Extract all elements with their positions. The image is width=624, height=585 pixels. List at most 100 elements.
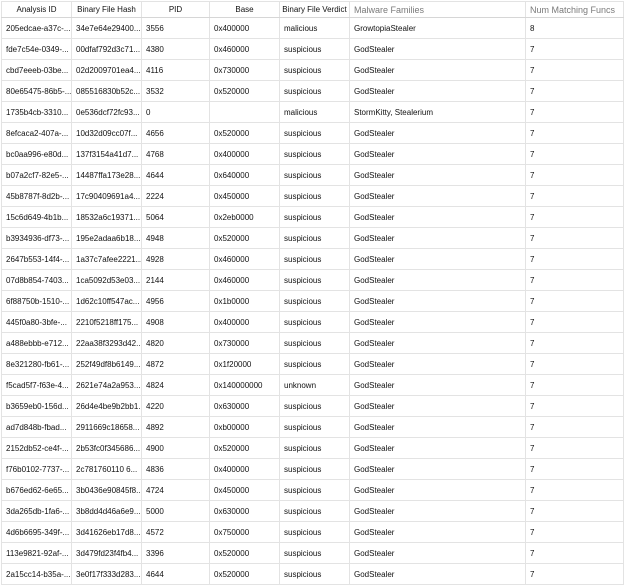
pid-cell: 4768: [141, 143, 210, 165]
table-row[interactable]: 45b8787f-8d2b-... 17c90409691a4... 2224 0x4…: [1, 185, 624, 207]
analysis-id-cell: 6f88750b-1510-...: [1, 290, 72, 312]
table-row[interactable]: f5cad5f7-f63e-4... 2621e74a2a953... 4824 0x…: [1, 374, 624, 396]
analysis-id-cell: 07d8b854-7403...: [1, 269, 72, 291]
table-row[interactable]: b676ed62-6e65... 3b0436e90845f8... 4724 0x4…: [1, 479, 624, 501]
binary-file-hash-cell: 2c781760110 6...: [71, 458, 142, 480]
malware-families-cell: GodStealer: [349, 164, 526, 186]
analysis-id-cell: b07a2cf7-82e5-...: [1, 164, 72, 186]
table-row[interactable]: a488ebbb-e712... 22aa38f3293d42... 4820 0x7…: [1, 332, 624, 354]
analysis-id-cell: 113e9821-92af-...: [1, 542, 72, 564]
binary-file-verdict-cell: suspicious: [279, 227, 350, 249]
analysis-id-cell: 205edcae-a37c-...: [1, 17, 72, 39]
num-matching-funcs-cell: 7: [525, 521, 624, 543]
binary-file-hash-cell: 22aa38f3293d42...: [71, 332, 142, 354]
pid-cell: 4824: [141, 374, 210, 396]
pid-cell: 2144: [141, 269, 210, 291]
table-row[interactable]: 15c6d649-4b1b... 18532a6c19371... 5064 0x2e…: [1, 206, 624, 228]
binary-file-hash-cell: 18532a6c19371...: [71, 206, 142, 228]
column-header-num-matching-funcs[interactable]: Num Matching Funcs: [525, 1, 624, 18]
analysis-id-cell: 4d6b6695-349f-...: [1, 521, 72, 543]
table-row[interactable]: bc0aa996-e80d... 137f3154a41d7... 4768 0x40…: [1, 143, 624, 165]
table-row[interactable]: b07a2cf7-82e5-... 14487ffa173e28... 4644 0x…: [1, 164, 624, 186]
malware-families-cell: GodStealer: [349, 311, 526, 333]
malware-families-cell: GrowtopiaStealer: [349, 17, 526, 39]
column-header-binary-file-verdict[interactable]: Binary File Verdict: [279, 1, 350, 18]
pid-cell: 3396: [141, 542, 210, 564]
base-cell: 0x1f20000: [209, 353, 280, 375]
analysis-id-cell: 2a15cc14-b35a-...: [1, 563, 72, 585]
column-header-analysis-id[interactable]: Analysis ID: [1, 1, 72, 18]
pid-cell: 4116: [141, 59, 210, 81]
num-matching-funcs-cell: 7: [525, 269, 624, 291]
pid-cell: 4872: [141, 353, 210, 375]
binary-file-verdict-cell: suspicious: [279, 38, 350, 60]
analysis-id-cell: 3da265db-1fa6-...: [1, 500, 72, 522]
base-cell: 0x460000: [209, 269, 280, 291]
binary-file-verdict-cell: suspicious: [279, 479, 350, 501]
num-matching-funcs-cell: 7: [525, 353, 624, 375]
pid-cell: 4724: [141, 479, 210, 501]
binary-file-verdict-cell: malicious: [279, 17, 350, 39]
binary-file-hash-cell: 0e536dcf72fc93...: [71, 101, 142, 123]
binary-file-hash-cell: 2b53fc0f345686...: [71, 437, 142, 459]
table-row[interactable]: fde7c54e-0349-... 00dfaf792d3c71... 4380 0x…: [1, 38, 624, 60]
column-header-binary-file-hash[interactable]: Binary File Hash: [71, 1, 142, 18]
binary-file-verdict-cell: suspicious: [279, 542, 350, 564]
table-row[interactable]: 6f88750b-1510-... 1d62c10ff547ac... 4956 0x…: [1, 290, 624, 312]
malware-families-cell: GodStealer: [349, 248, 526, 270]
pid-cell: 4956: [141, 290, 210, 312]
num-matching-funcs-cell: 7: [525, 122, 624, 144]
column-header-malware-families[interactable]: Malware Families: [349, 1, 526, 18]
table-row[interactable]: ad7d848b-fbad... 2911669c18658... 4892 0xb0…: [1, 416, 624, 438]
num-matching-funcs-cell: 7: [525, 185, 624, 207]
table-row[interactable]: 1735b4cb-3310... 0e536dcf72fc93... 0 malici…: [1, 101, 624, 123]
column-header-base[interactable]: Base: [209, 1, 280, 18]
malware-families-cell: GodStealer: [349, 38, 526, 60]
pid-cell: 4836: [141, 458, 210, 480]
table-row[interactable]: 8efcaca2-407a-... 10d32d09cc07f... 4656 0x5…: [1, 122, 624, 144]
table-row[interactable]: 2a15cc14-b35a-... 3e0f17f333d283... 4644 0x…: [1, 563, 624, 585]
column-header-pid[interactable]: PID: [141, 1, 210, 18]
table-row[interactable]: 3da265db-1fa6-... 3b8dd4d46a6e9... 5000 0x6…: [1, 500, 624, 522]
table-row[interactable]: 2152db52-ce4f-... 2b53fc0f345686... 4900 0x…: [1, 437, 624, 459]
analysis-id-cell: cbd7eeeb-03be...: [1, 59, 72, 81]
table-row[interactable]: 8e321280-fb61-... 252f49df8b6149... 4872 0x…: [1, 353, 624, 375]
binary-file-verdict-cell: suspicious: [279, 311, 350, 333]
binary-file-hash-cell: 3d41626eb17d8...: [71, 521, 142, 543]
binary-file-verdict-cell: suspicious: [279, 248, 350, 270]
table-row[interactable]: 07d8b854-7403... 1ca5092d53e03... 2144 0x46…: [1, 269, 624, 291]
analysis-id-cell: 45b8787f-8d2b-...: [1, 185, 72, 207]
table-row[interactable]: 205edcae-a37c-... 34e7e64e29400... 3556 0x4…: [1, 17, 624, 39]
malware-families-cell: GodStealer: [349, 521, 526, 543]
header-row: Analysis ID Binary File Hash PID Base Bi…: [1, 1, 624, 18]
pid-cell: 4644: [141, 164, 210, 186]
analysis-id-cell: bc0aa996-e80d...: [1, 143, 72, 165]
table-row[interactable]: 2647b553-14f4-... 1a37c7afee2221... 4928 0x…: [1, 248, 624, 270]
num-matching-funcs-cell: 7: [525, 395, 624, 417]
table-row[interactable]: cbd7eeeb-03be... 02d2009701ea4... 4116 0x73…: [1, 59, 624, 81]
malware-families-cell: GodStealer: [349, 59, 526, 81]
base-cell: 0xb00000: [209, 416, 280, 438]
num-matching-funcs-cell: 7: [525, 101, 624, 123]
table-row[interactable]: 113e9821-92af-... 3d479fd23f4fb4... 3396 0x…: [1, 542, 624, 564]
table-row[interactable]: f76b0102-7737-... 2c781760110 6... 4836 0x4…: [1, 458, 624, 480]
num-matching-funcs-cell: 7: [525, 227, 624, 249]
num-matching-funcs-cell: 7: [525, 563, 624, 585]
base-cell: 0x520000: [209, 80, 280, 102]
malware-families-cell: GodStealer: [349, 80, 526, 102]
table-row[interactable]: b3659eb0-156d... 26d4e4be9b2bb1... 4220 0x6…: [1, 395, 624, 417]
table-row[interactable]: b3934936-df73-... 195e2adaa6b18... 4948 0x5…: [1, 227, 624, 249]
binary-file-hash-cell: 3d479fd23f4fb4...: [71, 542, 142, 564]
malware-families-cell: GodStealer: [349, 269, 526, 291]
binary-file-hash-cell: 1ca5092d53e03...: [71, 269, 142, 291]
table-row[interactable]: 445f0a80-3bfe-... 2210f5218ff175... 4908 0x…: [1, 311, 624, 333]
malware-families-cell: GodStealer: [349, 458, 526, 480]
analysis-id-cell: 445f0a80-3bfe-...: [1, 311, 72, 333]
malware-families-cell: GodStealer: [349, 374, 526, 396]
table-row[interactable]: 4d6b6695-349f-... 3d41626eb17d8... 4572 0x7…: [1, 521, 624, 543]
table-row[interactable]: 80e65475-86b5-... 085516830b52c... 3532 0x5…: [1, 80, 624, 102]
binary-file-hash-cell: 10d32d09cc07f...: [71, 122, 142, 144]
analysis-id-cell: b3934936-df73-...: [1, 227, 72, 249]
analysis-id-cell: 2647b553-14f4-...: [1, 248, 72, 270]
malware-families-cell: GodStealer: [349, 437, 526, 459]
